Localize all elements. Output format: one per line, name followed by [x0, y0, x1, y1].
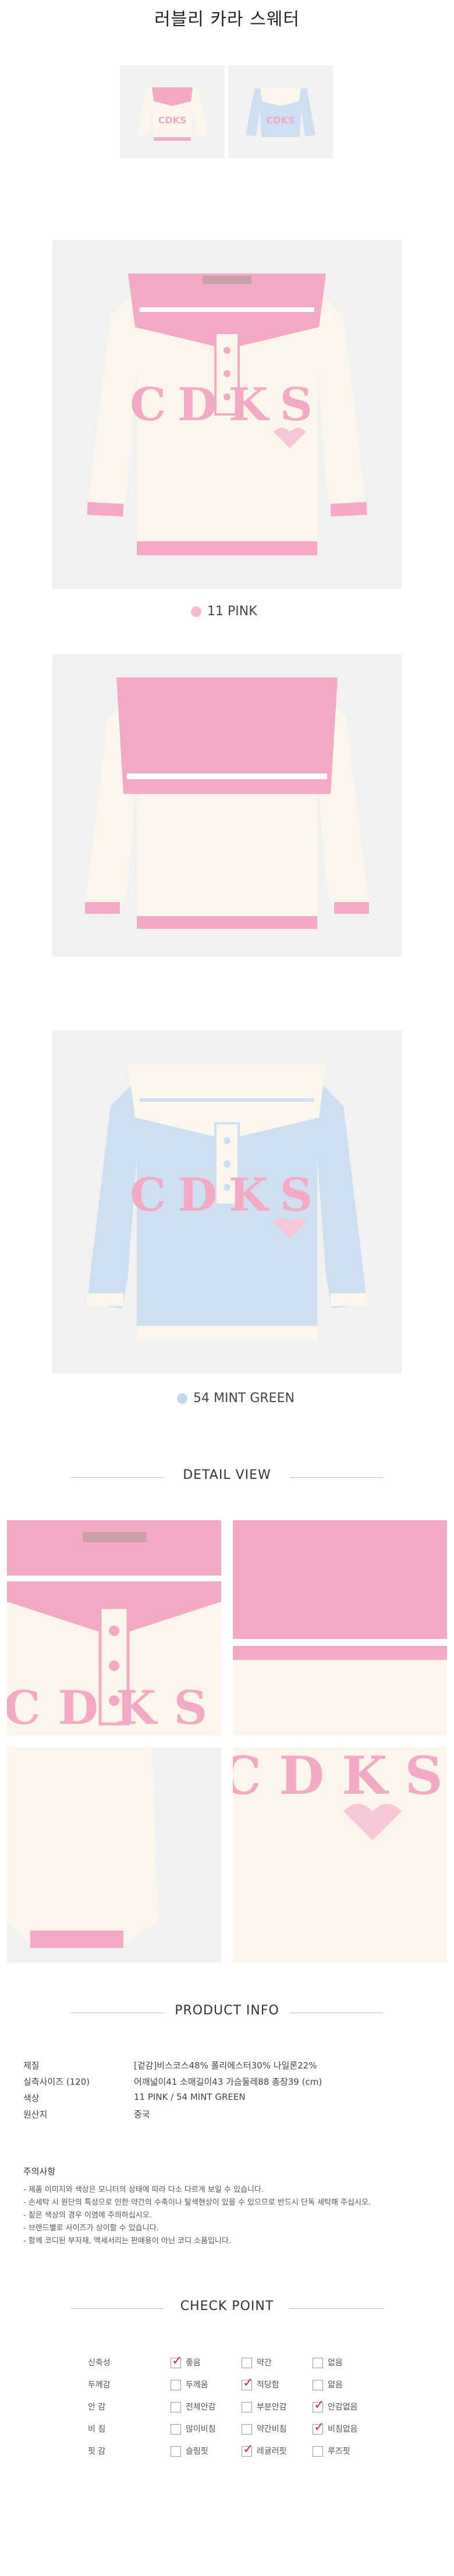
swatch-pink-label: 11 PINK	[207, 604, 257, 619]
svg-text:CDKS: CDKS	[158, 115, 187, 126]
color-dot-icon	[191, 606, 201, 617]
check-row: 비 침 많이비침 약간비침 비침없음	[87, 2418, 383, 2440]
svg-text:CDKS: CDKS	[267, 115, 295, 126]
note-item: - 짙은 색상의 경우 이염에 주의하십시오.	[23, 2211, 152, 2220]
product-info-title: PRODUCT INFO	[175, 2003, 279, 2018]
check-point-title: CHECK POINT	[180, 2299, 274, 2314]
svg-text:CDKS: CDKS	[130, 378, 324, 431]
info-row: 실측사이즈 (120) 어깨넓이41 소매길이43 가슴둘레88 총장39 (c…	[23, 2077, 322, 2087]
info-row: 제질 [겉감]비스코스48% 폴리에스터30% 나일론22%	[23, 2060, 317, 2071]
checkbox[interactable]	[242, 2402, 252, 2412]
note-item: - 손세탁 시 원단의 특성으로 인한 약간의 수축이나 탈색현상이 있을 수 …	[23, 2198, 371, 2207]
detail-image-back-collar	[233, 1520, 447, 1736]
note-item: - 함께 코디된 부자재, 액세서리는 판매용이 아닌 코디 소품입니다.	[23, 2237, 231, 2245]
checkbox[interactable]	[313, 2446, 323, 2457]
detail-image-sleeve	[7, 1747, 221, 1963]
divider-line	[290, 1477, 383, 1478]
checkbox[interactable]	[171, 2402, 181, 2412]
info-row: 원산지 중국	[23, 2109, 150, 2120]
check-row: 두께감 두께움 적당함 얇음	[87, 2373, 383, 2396]
checkbox[interactable]	[171, 2380, 181, 2390]
detail-view-title: DETAIL VIEW	[183, 1468, 271, 1482]
checkbox[interactable]	[313, 2358, 323, 2368]
product-info-table: 제질 [겉감]비스코스48% 폴리에스터30% 나일론22% 실측사이즈 (12…	[23, 2059, 431, 2124]
checkbox[interactable]	[313, 2398, 324, 2412]
note-item: - 제품 이미지와 색상은 모니터의 상태에 따라 다소 다르게 보일 수 있습…	[23, 2185, 264, 2194]
swatch-mint[interactable]: 54 MINT GREEN	[177, 1391, 295, 1406]
check-row: 안 감 전체안감 부분안감 안감없음	[87, 2396, 383, 2418]
check-point-table: 신축성 좋음 약간 없음 두께감 두께움 적당함 얇음 안 감 전체안감 부분안…	[87, 2351, 383, 2462]
checkbox[interactable]	[242, 2442, 253, 2457]
notes-section: 주의사항 - 제품 이미지와 색상은 모니터의 상태에 따라 다소 다르게 보일…	[23, 2165, 442, 2247]
checkbox[interactable]	[242, 2358, 252, 2368]
svg-text:CDKS: CDKS	[130, 1169, 324, 1222]
color-dot-icon	[177, 1393, 187, 1404]
note-item: - 브랜드별로 사이즈가 상이할 수 있습니다.	[23, 2224, 159, 2233]
swatch-pink[interactable]: 11 PINK	[191, 604, 257, 619]
thumbnail-pink[interactable]: CDKS	[120, 65, 225, 158]
product-title: 러블리 카라 스웨터	[154, 9, 300, 30]
detail-image-embroidery: CDKS	[220, 1745, 447, 1963]
swatch-mint-label: 54 MINT GREEN	[193, 1391, 295, 1406]
divider-line	[290, 2308, 383, 2309]
sweater-mint-thumb-image: CDKS	[228, 65, 333, 158]
checkbox[interactable]	[242, 2376, 253, 2390]
checkbox[interactable]	[242, 2424, 252, 2435]
info-row: 색상 11 PINK / 54 MINT GREEN	[23, 2092, 246, 2103]
thumbnail-mint[interactable]: CDKS	[228, 65, 333, 158]
checkbox[interactable]	[313, 2380, 323, 2390]
checkbox[interactable]	[171, 2446, 181, 2457]
check-row: 신축성 좋음 약간 없음	[87, 2351, 383, 2373]
notes-title: 주의사항	[23, 2166, 56, 2177]
product-image-pink-front: CDKS	[52, 240, 402, 589]
svg-text:CDKS: CDKS	[233, 1747, 447, 1807]
svg-text:CDKS: CDKS	[7, 1680, 221, 1735]
checkbox[interactable]	[171, 2424, 181, 2435]
checkbox[interactable]	[313, 2420, 324, 2435]
check-row: 핏 감 슬림핏 레귤러핏 루즈핏	[87, 2440, 383, 2462]
product-image-pink-back	[52, 654, 402, 957]
checkbox[interactable]	[171, 2354, 182, 2368]
sweater-pink-thumb-image: CDKS	[120, 65, 225, 158]
detail-image-collar: CDKS	[3, 1520, 221, 1736]
product-image-mint-front: CDKS	[52, 1030, 402, 1374]
